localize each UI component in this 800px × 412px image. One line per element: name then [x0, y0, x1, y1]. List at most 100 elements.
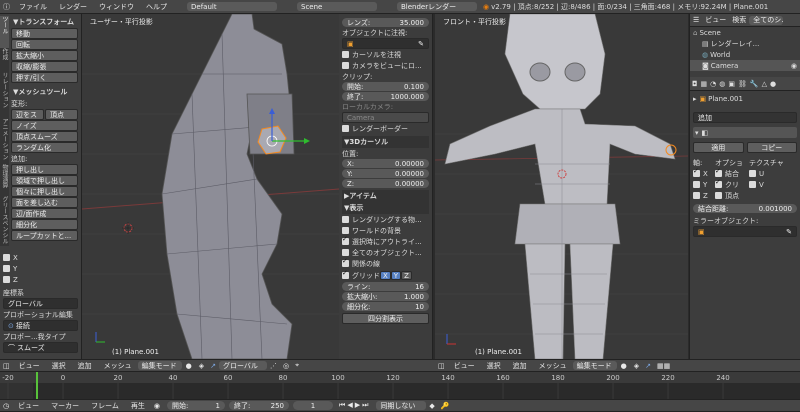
keyframe-insert-icon[interactable]: 🔑 [438, 402, 453, 410]
tab-create[interactable]: 作成 [0, 48, 9, 72]
relationship-lines-checkbox[interactable]: 関係の線 [342, 257, 429, 269]
constraints-tab-icon[interactable]: ⛓ [738, 80, 747, 88]
noise-button[interactable]: ノイズ [11, 120, 78, 131]
mirror-object-field[interactable]: ▣ ✎ [693, 226, 797, 237]
editor-type-icon[interactable]: ⓘ [0, 2, 13, 12]
grid-axis-y[interactable]: Y [390, 271, 402, 280]
transform-panel-header[interactable]: ▼ トランスフォーム [11, 16, 78, 28]
grid-axis-x[interactable]: X [380, 271, 391, 280]
add-modifier-button[interactable]: 追加 [693, 112, 797, 123]
outliner-filter[interactable]: 全てのシ... [749, 15, 784, 25]
timeline-menu-view[interactable]: ビュー [12, 401, 45, 411]
subdivide-button[interactable]: 細分化 [11, 219, 78, 230]
outliner-item-camera[interactable]: ◙ Camera ◉ [690, 60, 800, 71]
cursor-x-field[interactable]: X: 0.00000 [342, 159, 429, 168]
orientation-select[interactable]: グローバル [3, 298, 78, 309]
lock-cursor-checkbox[interactable]: カーソルを注視 [342, 49, 429, 60]
grid-subdivisions-field[interactable]: 細分化: 10 [342, 302, 429, 311]
menu-render[interactable]: レンダー [53, 2, 93, 12]
end-frame-field[interactable]: 終了: 250 [229, 401, 290, 410]
data-tab-icon[interactable]: △ [762, 80, 767, 88]
3d-cursor-header[interactable]: ▼ 3Dカーソル [342, 136, 429, 148]
clip-end-field[interactable]: 終了: 1000.000 [342, 92, 429, 101]
tool-push-pull-button[interactable]: 押す/引く [11, 72, 78, 83]
menu-help[interactable]: ヘルプ [140, 2, 173, 12]
extrude-region-button[interactable]: 領域で押し出し [11, 175, 78, 186]
right-view-menu-add[interactable]: 追加 [507, 361, 533, 371]
right-shading-icon[interactable]: ● [617, 362, 631, 370]
only-render-checkbox[interactable]: レンダリングする物... [342, 214, 429, 225]
loop-cut-button[interactable]: ループカットと... [11, 230, 78, 241]
timeline-menu-frame[interactable]: フレーム [85, 401, 125, 411]
right-pivot-icon[interactable]: ◈ [631, 362, 642, 370]
axis-x-option[interactable]: X [3, 252, 78, 263]
tool-rotate-button[interactable]: 回転 [11, 39, 78, 50]
axis-y-option[interactable]: Y [3, 263, 78, 274]
timeline-menu-playback[interactable]: 再生 [125, 401, 151, 411]
object-tab-icon[interactable]: ▣ [728, 80, 735, 88]
layout-selector[interactable]: Default [187, 2, 277, 11]
snap-icon[interactable]: ⌖ [292, 361, 302, 370]
proportional-icon[interactable]: ◎ [280, 362, 292, 370]
grid-scale-field[interactable]: 拡大縮小: 1.000 [342, 292, 429, 301]
right-mode-select[interactable]: 編集モード [572, 361, 617, 370]
start-frame-field[interactable]: 開始: 1 [167, 401, 226, 410]
make-edge-face-button[interactable]: 辺/面作成 [11, 208, 78, 219]
modifiers-tab-icon[interactable]: 🔧 [750, 80, 759, 88]
falloff-select[interactable]: ⌒ スムーズ [3, 342, 78, 353]
left-view-menu-add[interactable]: 追加 [72, 361, 98, 371]
merge-distance-field[interactable]: 結合距離: 0.001000 [693, 204, 797, 213]
lens-field[interactable]: レンズ: 35.000 [342, 18, 429, 27]
outliner-item-world[interactable]: ◍ World [690, 49, 800, 60]
proportional-edit-select[interactable]: ⊙ 接続 [3, 320, 78, 331]
playback-controls[interactable]: ⏮◀▶⏭ [333, 401, 376, 410]
left-view-editor-icon[interactable]: ◫ [0, 362, 13, 370]
axis-z-option[interactable]: Z [3, 274, 78, 285]
menu-window[interactable]: ウィンドウ [93, 2, 140, 12]
outliner-editor-icon[interactable]: ☰ [690, 16, 702, 24]
record-icon[interactable]: ◉ [151, 402, 163, 410]
local-camera-field[interactable]: Camera [342, 112, 429, 123]
select-vertex-icon[interactable]: ⋰ [267, 362, 280, 370]
edge-slide-button[interactable]: 辺をス [11, 109, 44, 120]
visibility-icon[interactable]: ◉ [791, 62, 797, 70]
viewport-shading-icon[interactable]: ● [182, 362, 196, 370]
outliner-search-menu[interactable]: 検索 [729, 15, 749, 25]
mirror-u-checkbox[interactable]: U [749, 168, 797, 179]
clip-start-field[interactable]: 開始: 0.100 [342, 82, 429, 91]
right-3d-viewport[interactable]: フロント・平行投影 (1) Plane.001 [435, 14, 688, 359]
keying-icon[interactable]: ◆ [426, 402, 437, 410]
menu-file[interactable]: ファイル [13, 2, 53, 12]
manipulator-icon[interactable]: ↗ [207, 362, 219, 370]
render-engine-selector[interactable]: Blenderレンダー [397, 2, 477, 11]
grid-axis-z[interactable]: Z [401, 271, 412, 280]
display-header[interactable]: ▼ 表示 [342, 202, 429, 214]
mesh-tools-header[interactable]: ▼ メッシュツール [11, 86, 78, 98]
randomize-button[interactable]: ランダム化 [11, 142, 78, 153]
scene-selector[interactable]: Scene [297, 2, 377, 11]
item-header[interactable]: ▶ アイテム [342, 190, 429, 202]
timeline-menu-marker[interactable]: マーカー [45, 401, 85, 411]
tool-translate-button[interactable]: 移動 [11, 28, 78, 39]
layers-tab-icon[interactable]: ▦ [701, 80, 708, 88]
extrude-button[interactable]: 押し出し [11, 164, 78, 175]
toggle-quad-view-button[interactable]: 四分割表示 [342, 313, 429, 324]
cursor-y-field[interactable]: Y: 0.00000 [342, 169, 429, 178]
cursor-z-field[interactable]: Z: 0.00000 [342, 179, 429, 188]
transform-orientation-select[interactable]: グローバル [219, 361, 267, 370]
scene-tab-icon[interactable]: ◔ [710, 80, 716, 88]
tab-grease-pencil[interactable]: グリースペンシル [0, 196, 9, 246]
left-mode-select[interactable]: 編集モード [137, 361, 182, 370]
mirror-y-checkbox[interactable]: Y [693, 179, 715, 190]
mirror-eyedropper-icon[interactable]: ✎ [786, 228, 792, 236]
extrude-individual-button[interactable]: 個々に押し出し [11, 186, 78, 197]
right-layers-icon[interactable]: ▦▦ [654, 362, 673, 370]
tab-tools[interactable]: ツール [0, 16, 9, 48]
tool-shrink-fatten-button[interactable]: 収縮/膨張 [11, 61, 78, 72]
mirror-z-checkbox[interactable]: Z [693, 190, 715, 201]
modifier-copy-button[interactable]: コピー [746, 142, 797, 153]
grid-lines-field[interactable]: ライン: 16 [342, 282, 429, 291]
left-3d-viewport[interactable]: ユーザー・平行投影 (1) Plane.001 [82, 14, 339, 359]
vertex-groups-checkbox[interactable]: 頂点 [715, 190, 749, 201]
right-view-menu-select[interactable]: 選択 [481, 361, 507, 371]
